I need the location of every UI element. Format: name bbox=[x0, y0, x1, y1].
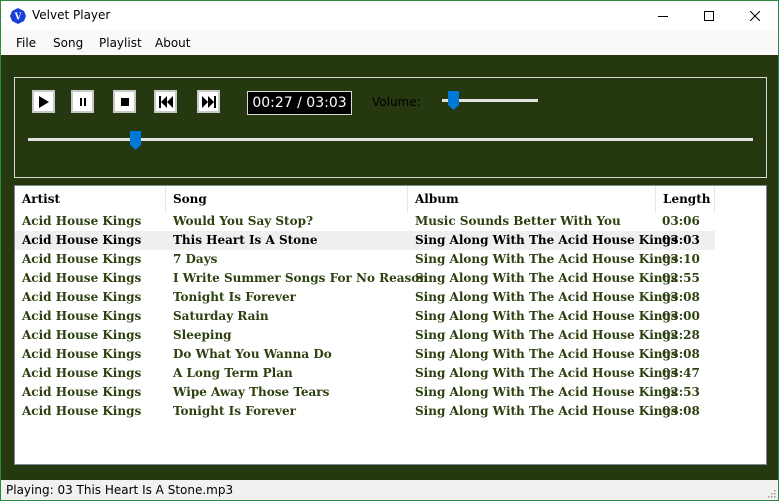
cell-song: Tonight Is Forever bbox=[173, 290, 296, 304]
table-row[interactable]: Acid House Kings Do What You Wanna Do Sing… bbox=[15, 345, 715, 364]
column-header-artist[interactable]: Artist bbox=[15, 186, 166, 212]
cell-artist: Acid House Kings bbox=[22, 309, 142, 323]
stop-button[interactable] bbox=[113, 90, 136, 113]
seek-slider-thumb[interactable] bbox=[129, 131, 141, 150]
resize-grip-icon[interactable] bbox=[766, 488, 776, 498]
table-row[interactable]: Acid House Kings I Write Summer Songs For… bbox=[15, 269, 715, 288]
close-button[interactable] bbox=[732, 1, 778, 31]
cell-album: Sing Along With The Acid House Kings bbox=[415, 404, 678, 418]
cell-album: Sing Along With The Acid House Kings bbox=[415, 271, 678, 285]
pause-button[interactable] bbox=[71, 90, 94, 113]
skip-forward-icon bbox=[201, 95, 216, 108]
table-row[interactable]: Acid House Kings A Long Term Plan Sing Alo… bbox=[15, 364, 715, 383]
minimize-icon bbox=[658, 16, 668, 17]
title-bar[interactable]: V Velvet Player bbox=[1, 1, 778, 31]
maximize-button[interactable] bbox=[686, 1, 732, 31]
cell-artist: Acid House Kings bbox=[22, 385, 142, 399]
table-row[interactable]: Acid House Kings Would You Say Stop? Music… bbox=[15, 212, 715, 231]
volume-label: Volume: bbox=[372, 95, 421, 109]
cell-album: Sing Along With The Acid House Kings bbox=[415, 385, 678, 399]
stop-icon bbox=[120, 97, 129, 106]
cell-song: Saturday Rain bbox=[173, 309, 269, 323]
next-button[interactable] bbox=[197, 90, 220, 113]
table-row[interactable]: Acid House Kings Wipe Away Those Tears Sin… bbox=[15, 383, 715, 402]
previous-button[interactable] bbox=[154, 90, 177, 113]
cell-length: 03:08 bbox=[662, 290, 700, 304]
cell-artist: Acid House Kings bbox=[22, 252, 142, 266]
table-row[interactable]: Acid House Kings Tonight Is Forever Sing A… bbox=[15, 402, 715, 421]
menu-bar: File Song Playlist About bbox=[1, 31, 778, 55]
cell-album: Sing Along With The Acid House Kings bbox=[415, 366, 678, 380]
play-icon bbox=[38, 95, 49, 108]
cell-artist: Acid House Kings bbox=[22, 290, 142, 304]
close-icon bbox=[750, 11, 760, 21]
minimize-button[interactable] bbox=[640, 1, 686, 31]
cell-length: 03:08 bbox=[662, 404, 700, 418]
cell-length: 02:53 bbox=[662, 385, 700, 399]
cell-album: Sing Along With The Acid House Kings bbox=[415, 252, 678, 266]
skip-back-icon bbox=[158, 95, 173, 108]
playlist-table[interactable]: Artist Song Album Length Acid House King… bbox=[14, 185, 767, 465]
cell-album: Music Sounds Better With You bbox=[415, 214, 621, 228]
menu-playlist[interactable]: Playlist bbox=[99, 36, 142, 50]
cell-length: 02:28 bbox=[662, 328, 700, 342]
cell-song: Sleeping bbox=[173, 328, 232, 342]
cell-artist: Acid House Kings bbox=[22, 233, 142, 247]
app-window: V Velvet Player File Song Playlist About bbox=[0, 0, 779, 501]
pause-icon bbox=[79, 97, 86, 106]
table-row[interactable]: Acid House Kings Tonight Is Forever Sing A… bbox=[15, 288, 715, 307]
cell-song: This Heart Is A Stone bbox=[173, 233, 318, 247]
time-display: 00:27 / 03:03 bbox=[247, 91, 352, 115]
cell-length: 03:00 bbox=[662, 309, 700, 323]
cell-artist: Acid House Kings bbox=[22, 271, 142, 285]
table-row[interactable]: Acid House Kings Sleeping Sing Along With … bbox=[15, 326, 715, 345]
cell-album: Sing Along With The Acid House Kings bbox=[415, 309, 678, 323]
column-header-song[interactable]: Song bbox=[166, 186, 408, 212]
cell-length: 03:47 bbox=[662, 366, 700, 380]
cell-song: Would You Say Stop? bbox=[173, 214, 314, 228]
volume-slider-thumb[interactable] bbox=[448, 91, 460, 110]
play-button[interactable] bbox=[32, 90, 55, 113]
cell-song: Wipe Away Those Tears bbox=[173, 385, 330, 399]
cell-length: 03:08 bbox=[662, 347, 700, 361]
cell-album: Sing Along With The Acid House Kings bbox=[415, 233, 678, 247]
status-bar: Playing: 03 This Heart Is A Stone.mp3 bbox=[1, 480, 778, 500]
cell-length: 03:10 bbox=[662, 252, 700, 266]
cell-song: A Long Term Plan bbox=[173, 366, 293, 380]
controls-panel: 00:27 / 03:03 Volume: bbox=[14, 77, 767, 178]
cell-artist: Acid House Kings bbox=[22, 366, 142, 380]
cell-album: Sing Along With The Acid House Kings bbox=[415, 290, 678, 304]
cell-artist: Acid House Kings bbox=[22, 328, 142, 342]
status-text: Playing: 03 This Heart Is A Stone.mp3 bbox=[6, 483, 234, 497]
svg-text:V: V bbox=[14, 13, 23, 23]
velvet-logo-icon: V bbox=[10, 8, 26, 24]
menu-song[interactable]: Song bbox=[53, 36, 83, 50]
table-row[interactable]: Acid House Kings 7 Days Sing Along With Th… bbox=[15, 250, 715, 269]
cell-song: 7 Days bbox=[173, 252, 218, 266]
table-row[interactable]: Acid House Kings This Heart Is A Stone Sin… bbox=[15, 231, 715, 250]
menu-file[interactable]: File bbox=[16, 36, 36, 50]
cell-album: Sing Along With The Acid House Kings bbox=[415, 347, 678, 361]
cell-length: 03:03 bbox=[662, 233, 700, 247]
column-header-album[interactable]: Album bbox=[408, 186, 656, 212]
cell-length: 03:06 bbox=[662, 214, 700, 228]
cell-song: Do What You Wanna Do bbox=[173, 347, 332, 361]
column-header-length[interactable]: Length bbox=[656, 186, 715, 212]
cell-album: Sing Along With The Acid House Kings bbox=[415, 328, 678, 342]
cell-artist: Acid House Kings bbox=[22, 214, 142, 228]
cell-artist: Acid House Kings bbox=[22, 404, 142, 418]
table-row[interactable]: Acid House Kings Saturday Rain Sing Along … bbox=[15, 307, 715, 326]
cell-length: 02:55 bbox=[662, 271, 700, 285]
menu-about[interactable]: About bbox=[155, 36, 190, 50]
maximize-icon bbox=[704, 11, 714, 21]
cell-song: I Write Summer Songs For No Reason bbox=[173, 271, 428, 285]
window-title: Velvet Player bbox=[32, 8, 111, 22]
cell-song: Tonight Is Forever bbox=[173, 404, 296, 418]
cell-artist: Acid House Kings bbox=[22, 347, 142, 361]
